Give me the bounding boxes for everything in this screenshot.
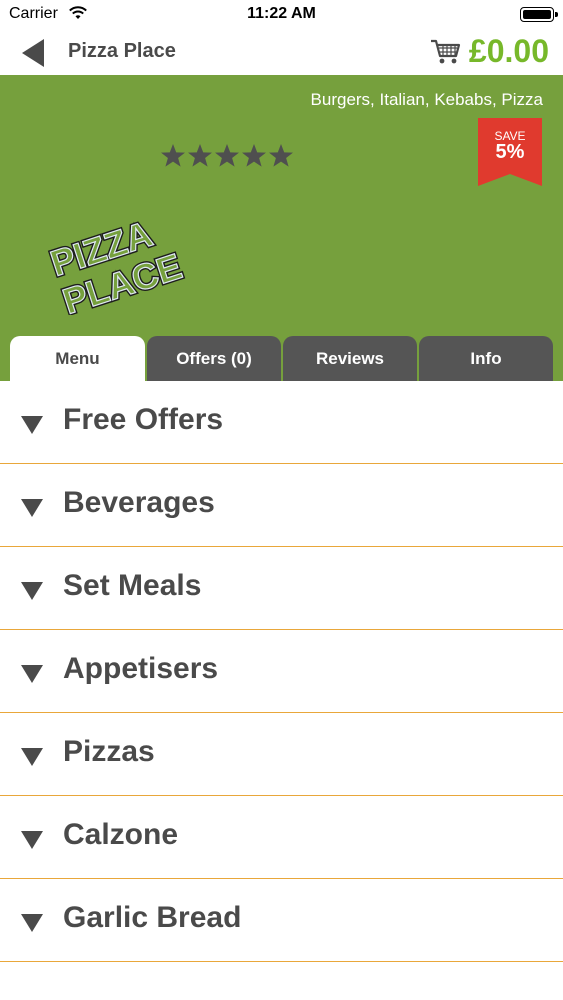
save-badge-value: 5%: [495, 141, 525, 163]
restaurant-logo: PIZZA PLACE PIZZA PLACE: [44, 211, 189, 315]
menu-category-set-meals[interactable]: Set Meals: [0, 547, 563, 630]
menu-category-pizzas[interactable]: Pizzas: [0, 713, 563, 796]
triangle-down-icon: [21, 582, 43, 600]
status-bar: Carrier 11:22 AM: [0, 0, 563, 30]
cart-total[interactable]: £0.00: [469, 33, 549, 70]
menu-category-beverages[interactable]: Beverages: [0, 464, 563, 547]
menu-category-appetisers[interactable]: Appetisers: [0, 630, 563, 713]
triangle-down-icon: [21, 748, 43, 766]
back-arrow-icon[interactable]: [18, 37, 50, 69]
menu-category-free-offers[interactable]: Free Offers: [0, 381, 563, 464]
page-title: Pizza Place: [68, 40, 176, 62]
restaurant-tabs: Menu Offers (0) Reviews Info: [10, 336, 553, 381]
battery-icon: [520, 7, 558, 22]
star-icon: [242, 144, 266, 167]
restaurant-banner: Burgers, Italian, Kebabs, Pizza SAVE 5% …: [0, 75, 563, 381]
tab-offers[interactable]: Offers (0): [147, 336, 281, 381]
star-icon: [215, 144, 239, 167]
triangle-down-icon: [21, 665, 43, 683]
menu-category-label: Garlic Bread: [63, 901, 242, 934]
tab-menu[interactable]: Menu: [10, 336, 145, 381]
shopping-cart-icon[interactable]: [430, 38, 462, 66]
menu-category-label: Free Offers: [63, 403, 224, 436]
clock-time: 11:22 AM: [247, 5, 316, 22]
cuisine-list: Burgers, Italian, Kebabs, Pizza: [310, 90, 543, 109]
menu-category-label: Calzone: [63, 818, 179, 851]
menu-category-label: Beverages: [63, 486, 215, 519]
star-rating: [161, 144, 293, 167]
nav-bar: Pizza Place £0.00: [0, 30, 563, 75]
star-icon: [269, 144, 293, 167]
triangle-down-icon: [21, 914, 43, 932]
menu-category-calzone[interactable]: Calzone: [0, 796, 563, 879]
triangle-down-icon: [21, 831, 43, 849]
triangle-down-icon: [21, 499, 43, 517]
menu-category-garlic-bread[interactable]: Garlic Bread: [0, 879, 563, 962]
tab-info[interactable]: Info: [419, 336, 553, 381]
menu-category-label: Pizzas: [63, 735, 155, 768]
star-icon: [161, 144, 185, 167]
menu-category-label: Set Meals: [63, 569, 202, 602]
tab-reviews[interactable]: Reviews: [283, 336, 417, 381]
menu-category-label: Appetisers: [63, 652, 219, 685]
star-icon: [188, 144, 212, 167]
triangle-down-icon: [21, 416, 43, 434]
